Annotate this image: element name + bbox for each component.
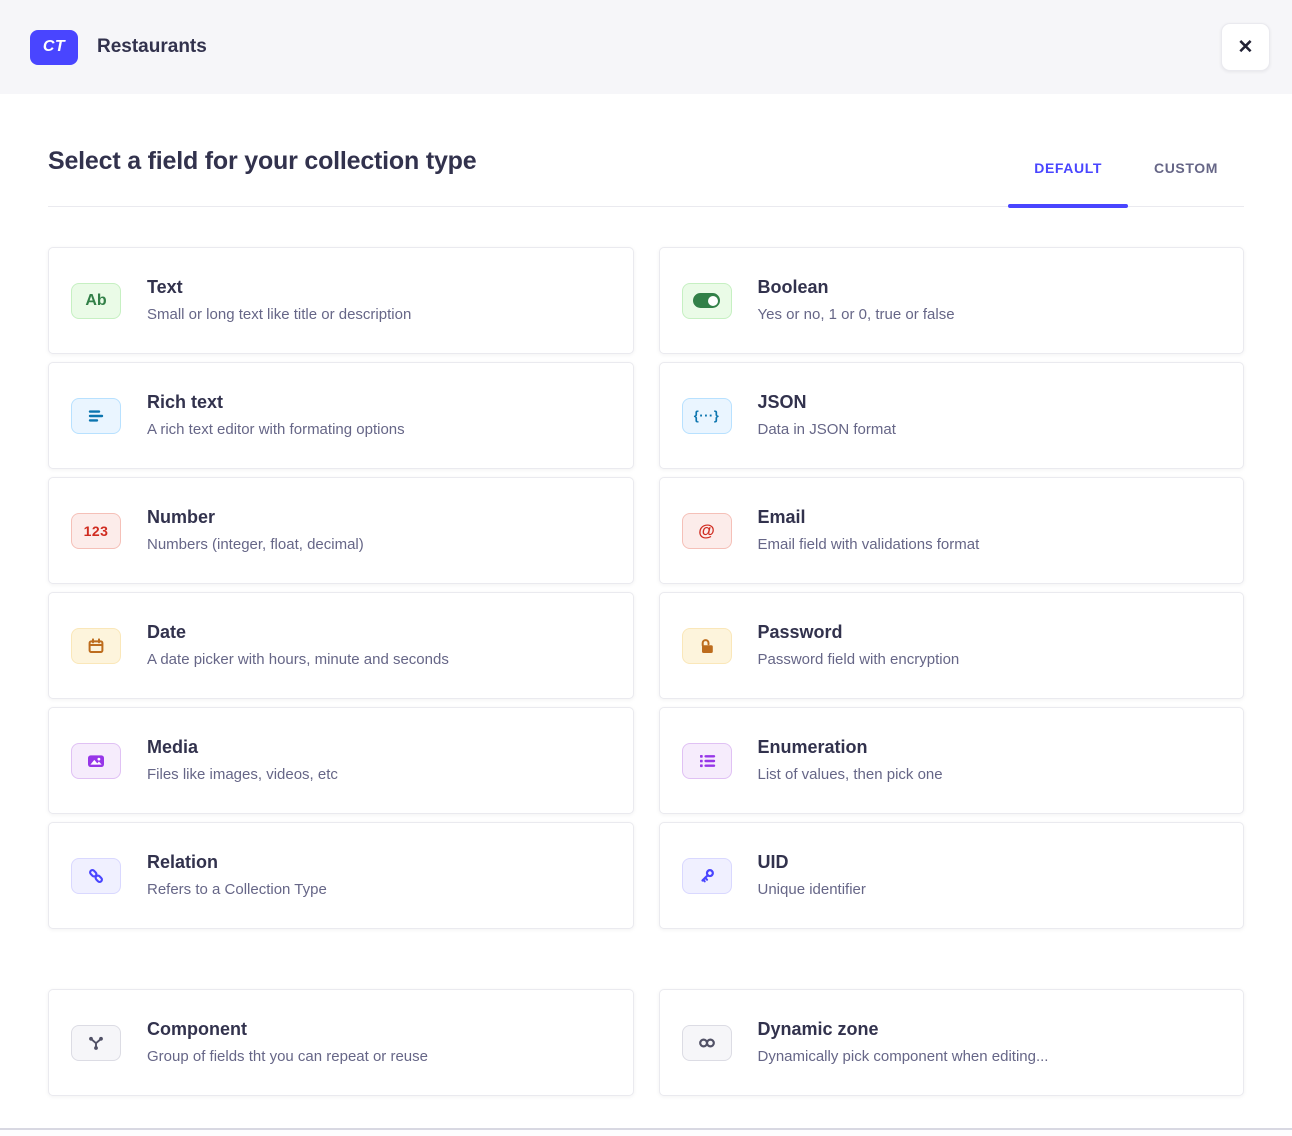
modal-footer-divider <box>0 1128 1292 1136</box>
tab-default[interactable]: DEFAULT <box>1008 160 1128 206</box>
field-name: Password <box>758 622 960 644</box>
share-nodes-icon <box>71 1025 121 1061</box>
field-grid-default: Ab Text Small or long text like title or… <box>48 247 1244 929</box>
field-name: Enumeration <box>758 737 943 759</box>
field-description: Dynamically pick component when editing.… <box>758 1047 1049 1067</box>
chain-link-icon <box>71 858 121 894</box>
tab-custom[interactable]: CUSTOM <box>1128 160 1244 206</box>
field-card-rich-text[interactable]: Rich text A rich text editor with format… <box>48 362 634 469</box>
field-description: Numbers (integer, float, decimal) <box>147 535 364 555</box>
field-name: Email <box>758 507 980 529</box>
field-description: Data in JSON format <box>758 420 896 440</box>
field-name: UID <box>758 852 866 874</box>
content-type-title: Restaurants <box>97 36 207 58</box>
field-description: Refers to a Collection Type <box>147 880 327 900</box>
field-description: Email field with validations format <box>758 535 980 555</box>
field-name: Date <box>147 622 449 644</box>
field-description: Password field with encryption <box>758 650 960 670</box>
field-name: Media <box>147 737 338 759</box>
field-name: Number <box>147 507 364 529</box>
field-tabs: DEFAULT CUSTOM <box>1008 160 1244 206</box>
key-icon <box>682 858 732 894</box>
content-type-badge: CT <box>30 30 78 65</box>
field-name: Relation <box>147 852 327 874</box>
field-name: Dynamic zone <box>758 1019 1049 1041</box>
toggle-on-icon <box>682 283 732 319</box>
field-card-dynamic-zone[interactable]: Dynamic zone Dynamically pick component … <box>659 989 1245 1096</box>
at-sign-icon: @ <box>682 513 732 549</box>
field-description: List of values, then pick one <box>758 765 943 785</box>
page-title: Select a field for your collection type <box>48 146 476 176</box>
field-card-text[interactable]: Ab Text Small or long text like title or… <box>48 247 634 354</box>
curly-braces-icon: {···} <box>682 398 732 434</box>
field-card-password[interactable]: Password Password field with encryption <box>659 592 1245 699</box>
field-card-email[interactable]: @ Email Email field with validations for… <box>659 477 1245 584</box>
field-name: Component <box>147 1019 428 1041</box>
text-lines-icon <box>71 398 121 434</box>
infinity-icon <box>682 1025 732 1061</box>
field-grid-advanced: Component Group of fields tht you can re… <box>48 989 1244 1096</box>
modal-header: CT Restaurants ✕ <box>0 0 1292 94</box>
field-card-boolean[interactable]: Boolean Yes or no, 1 or 0, true or false <box>659 247 1245 354</box>
field-card-json[interactable]: {···} JSON Data in JSON format <box>659 362 1245 469</box>
field-description: A rich text editor with formating option… <box>147 420 405 440</box>
lock-icon <box>682 628 732 664</box>
field-card-date[interactable]: Date A date picker with hours, minute an… <box>48 592 634 699</box>
close-icon: ✕ <box>1238 38 1254 57</box>
123-icon: 123 <box>71 513 121 549</box>
field-name: Boolean <box>758 277 955 299</box>
close-button[interactable]: ✕ <box>1221 23 1270 71</box>
picture-icon <box>71 743 121 779</box>
field-description: Yes or no, 1 or 0, true or false <box>758 305 955 325</box>
ab-text-icon: Ab <box>71 283 121 319</box>
field-name: Text <box>147 277 411 299</box>
bullet-list-icon <box>682 743 732 779</box>
field-name: Rich text <box>147 392 405 414</box>
field-card-relation[interactable]: Relation Refers to a Collection Type <box>48 822 634 929</box>
calendar-icon <box>71 628 121 664</box>
field-name: JSON <box>758 392 896 414</box>
title-row: Select a field for your collection type … <box>48 94 1244 207</box>
modal-body: Select a field for your collection type … <box>0 94 1292 1096</box>
create-field-modal: CT Restaurants ✕ Select a field for your… <box>0 0 1292 1136</box>
field-description: Small or long text like title or descrip… <box>147 305 411 325</box>
field-card-uid[interactable]: UID Unique identifier <box>659 822 1245 929</box>
field-description: Group of fields tht you can repeat or re… <box>147 1047 428 1067</box>
field-card-enumeration[interactable]: Enumeration List of values, then pick on… <box>659 707 1245 814</box>
field-card-component[interactable]: Component Group of fields tht you can re… <box>48 989 634 1096</box>
field-description: Unique identifier <box>758 880 866 900</box>
field-description: A date picker with hours, minute and sec… <box>147 650 449 670</box>
field-card-media[interactable]: Media Files like images, videos, etc <box>48 707 634 814</box>
field-description: Files like images, videos, etc <box>147 765 338 785</box>
field-card-number[interactable]: 123 Number Numbers (integer, float, deci… <box>48 477 634 584</box>
